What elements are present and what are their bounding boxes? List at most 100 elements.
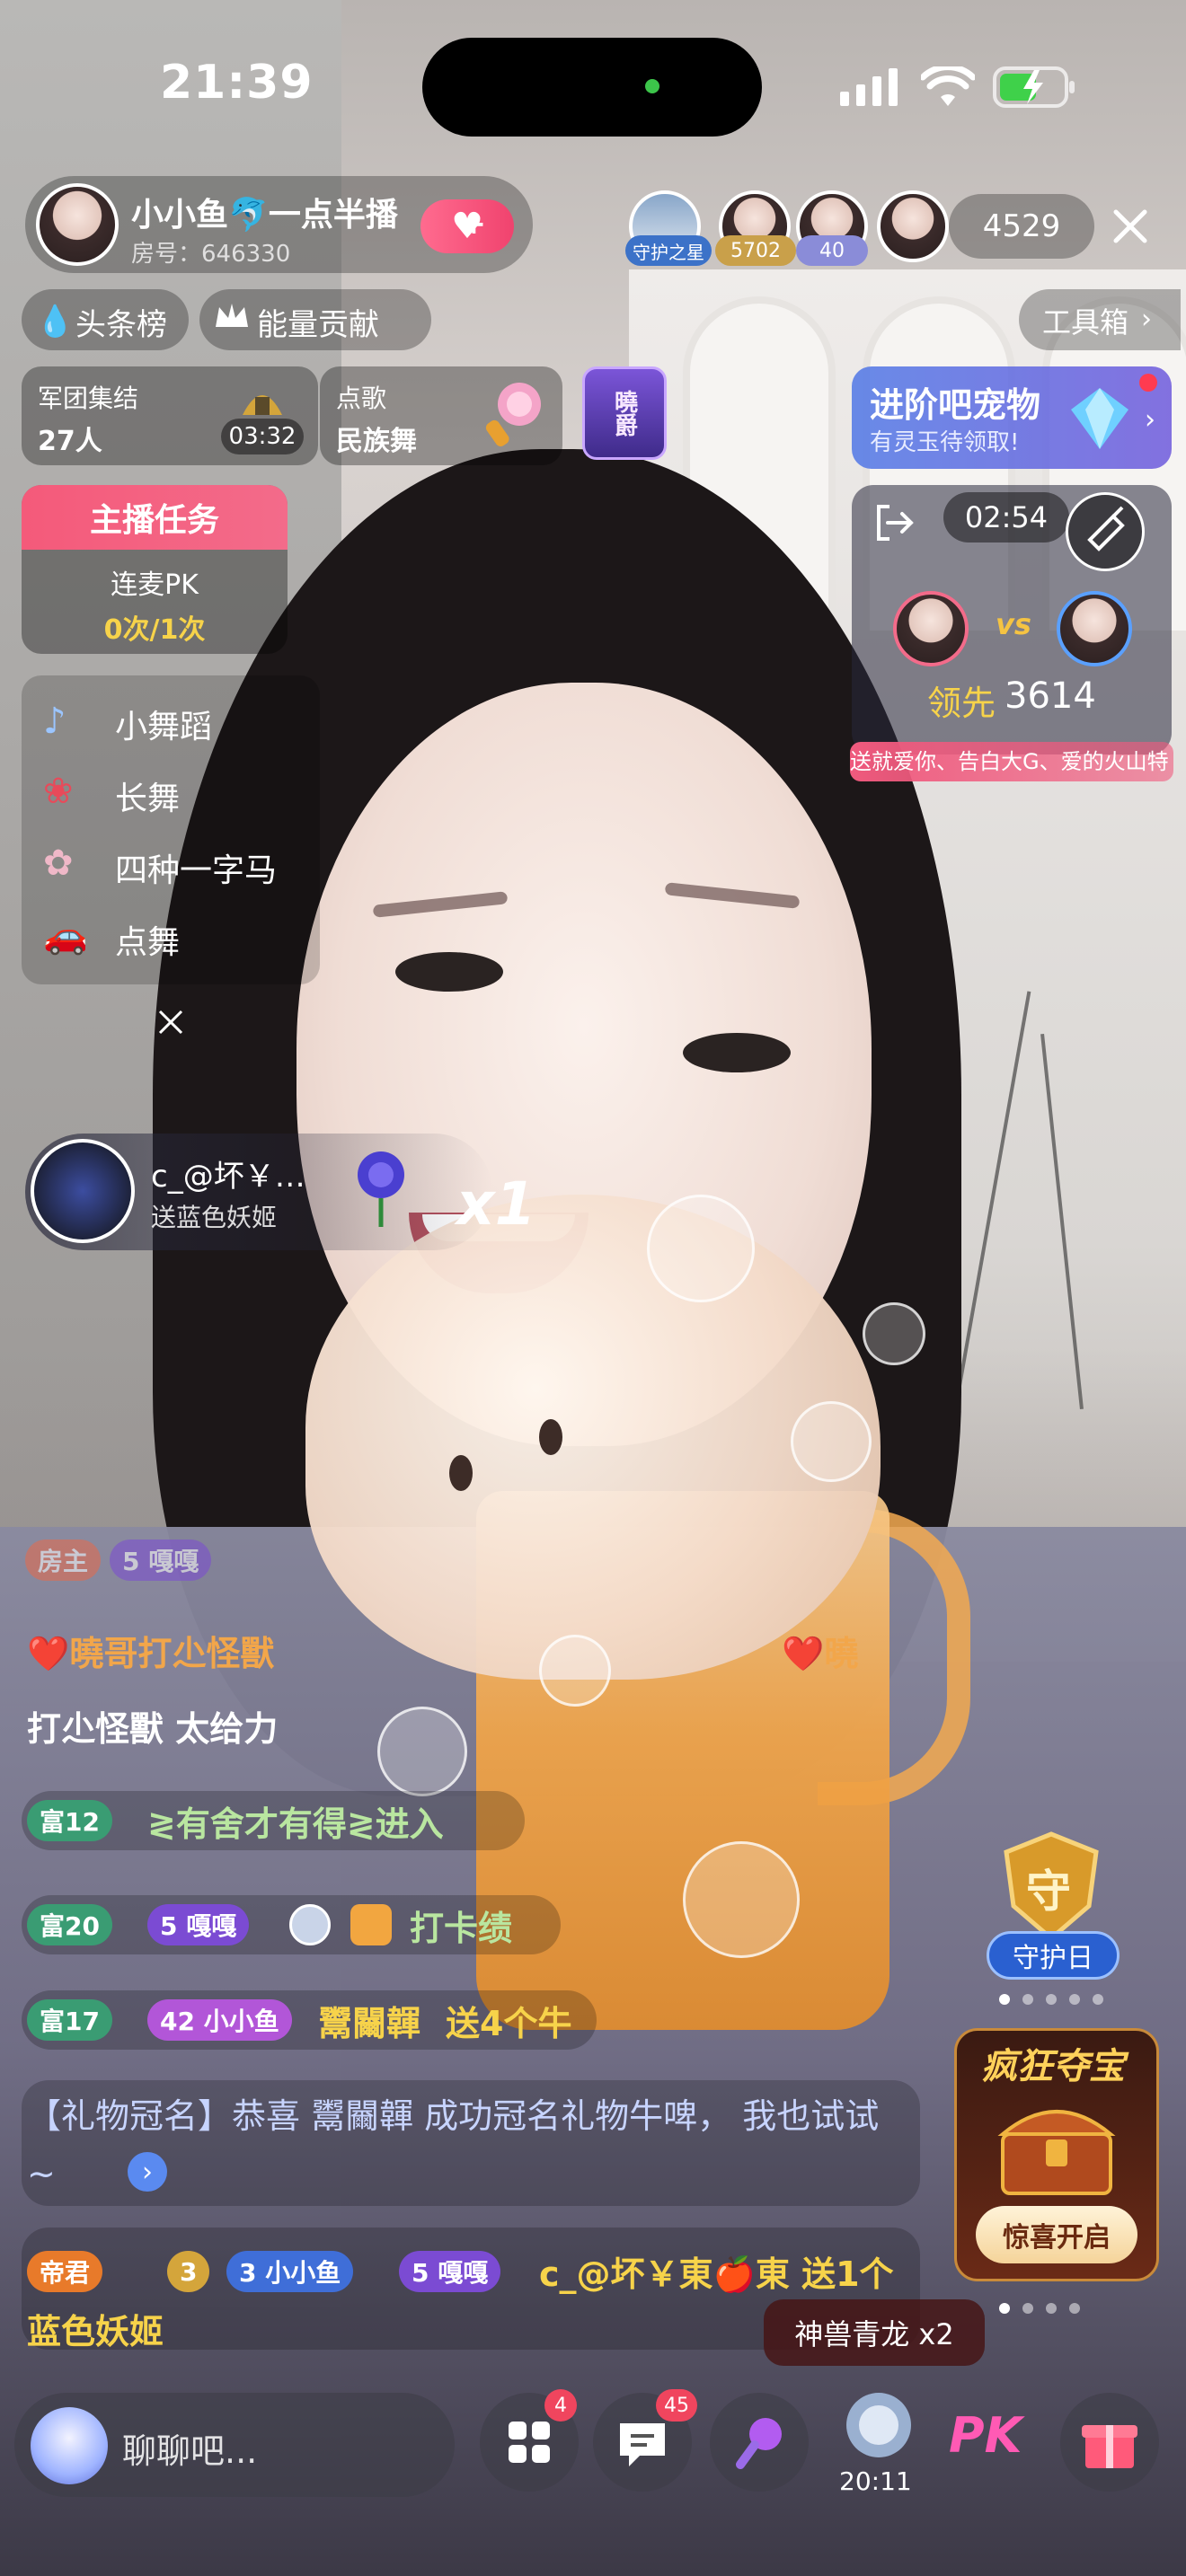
broom-icon[interactable] (1066, 492, 1145, 571)
toolbox-label: 工具箱 (1042, 305, 1129, 340)
energy-label: 能量贡献 (257, 307, 379, 343)
warrior-helmet-icon (235, 375, 289, 422)
carousel-dots (999, 1994, 1125, 2007)
guard-shield-icon[interactable]: 守 (999, 1831, 1103, 1942)
promo-subtitle: 有灵玉待领取! (870, 429, 1020, 456)
chat-row-1: ❤️曉哥打尐怪獸 (27, 1634, 275, 1673)
robot-assistant-icon[interactable] (31, 2407, 108, 2484)
pk-left-avatar[interactable] (893, 591, 969, 666)
dance-item-3[interactable]: 点舞 (115, 916, 180, 963)
song-title: 点歌 (336, 384, 387, 413)
host-name: 小小鱼🐬一点半播 (131, 197, 398, 234)
pk-right-avatar[interactable] (1057, 591, 1132, 666)
chevron-right-icon: › (1145, 404, 1155, 436)
mic-button[interactable] (710, 2393, 809, 2492)
song-value: 民族舞 (336, 426, 417, 457)
legion-timer: 03:32 (221, 419, 304, 454)
wealth-level-badge: 富20 (27, 1904, 112, 1945)
bubble (539, 1635, 611, 1707)
collapse-close-icon[interactable] (153, 1004, 189, 1040)
eye (395, 952, 503, 992)
dancer-icon: ♪ (43, 701, 66, 742)
chat-row-5-text: 送4个牛 (446, 2004, 572, 2043)
dynamic-island (422, 38, 762, 137)
fan-badge: 5 嘎嘎 (147, 1904, 250, 1945)
chat-row-0: 房主 5 嘎嘎 (25, 1539, 212, 1581)
headline-label: 头条榜 (75, 307, 167, 343)
room-id: 房号：646330 (131, 241, 291, 268)
eye (683, 1033, 791, 1072)
bubble (683, 1841, 800, 1958)
pk-lead-label: 领先 (927, 684, 996, 723)
sports-car-icon: 🚗 (43, 915, 88, 957)
water-drop-icon: 💧 (36, 304, 75, 340)
dance-item-2[interactable]: 四种一字马 (115, 844, 277, 891)
viewer-count[interactable]: 4529 (949, 194, 1094, 259)
bubble (863, 1302, 925, 1365)
host-avatar[interactable] (36, 183, 119, 266)
promo-title: 进阶吧宠物 (870, 385, 1041, 425)
task-name: 连麦PK (111, 569, 199, 601)
pet-gem-icon (1064, 383, 1136, 454)
gift-sender-name: c_@坏￥… (151, 1159, 305, 1195)
rank-badge-text: 曉爵 (610, 390, 638, 437)
dance-item-1[interactable]: 长舞 (115, 772, 180, 819)
bubble (647, 1195, 755, 1302)
profile-card-icon (350, 1904, 392, 1945)
crown-icon (212, 296, 252, 336)
wealth-level-badge: 富17 (27, 1999, 112, 2041)
top-viewer-avatar[interactable] (877, 190, 949, 262)
carousel-dots (999, 2303, 1125, 2316)
close-icon[interactable] (1103, 199, 1157, 253)
foam-cat-eye (449, 1455, 473, 1491)
pk-marquee-bar: 送就爱你、告白大G、爱的火山特 (850, 742, 1173, 781)
anchor-task-card[interactable]: 主播任务 连麦PK 0次/1次 (22, 485, 288, 654)
follow-plus: + (462, 207, 486, 241)
lollipop-mic-icon (476, 377, 548, 449)
treasure-open-button[interactable]: 惊喜开启 (976, 2206, 1137, 2263)
pk-lead-value: 3614 (1005, 675, 1096, 717)
top-viewer-score: 5702 (715, 235, 796, 266)
live-stream-screen: 21:39 小小鱼🐬一点半播 房号：646330 ♥ + 守护之星 5702 4… (0, 0, 1186, 2576)
guard-day-label[interactable]: 守护日 (987, 1931, 1120, 1980)
chat-row-5-user[interactable]: 鬻䦵韗 (318, 1996, 420, 2045)
wifi-icon (919, 64, 977, 108)
follow-button[interactable]: ♥ + (420, 199, 514, 253)
treasure-title: 疯狂夺宝 (981, 2046, 1125, 2087)
gift-button[interactable] (1060, 2393, 1159, 2492)
messages-badge: 45 (656, 2389, 697, 2422)
battery-charging-icon (993, 65, 1075, 110)
fan-badge: 42 小小鱼 (147, 1999, 292, 2041)
top-viewer-score: 40 (796, 235, 868, 266)
foam-cat-eye (539, 1419, 562, 1455)
pk-timer: 02:54 (943, 492, 1069, 543)
guard-star-badge: 守护之星 (625, 235, 712, 266)
bubble (377, 1707, 467, 1796)
camera-indicator-dot (645, 79, 659, 93)
sheep-icon: ✿ (43, 842, 74, 884)
chat-row-2: 打尐怪獸 太给力 (27, 1709, 279, 1749)
owner-badge: 房主 (25, 1539, 102, 1581)
apps-badge: 4 (544, 2389, 577, 2422)
treasure-chest-icon (994, 2098, 1120, 2197)
pk-vs: vs (996, 607, 1031, 641)
task-header: 主播任务 (22, 485, 288, 550)
gift-toast: 神兽青龙 x2 (764, 2299, 985, 2366)
chevron-right-icon: › (1141, 304, 1152, 335)
blue-rose-icon (345, 1148, 417, 1229)
legion-title: 军团集结 (38, 384, 139, 413)
legion-count: 27人 (38, 426, 102, 457)
cellular-signal-icon (840, 68, 899, 106)
gift-sender-avatar[interactable] (31, 1139, 135, 1243)
chat-placeholder: 聊聊吧... (122, 2431, 258, 2471)
bottom-timer: 20:11 (839, 2466, 912, 2496)
exit-icon[interactable] (873, 501, 916, 544)
chevron-right-icon[interactable]: › (128, 2152, 167, 2192)
guard-icon-text: 守 (1026, 1866, 1071, 1918)
rank-badge-card[interactable]: 曉爵 (582, 366, 667, 460)
pk-marquee-text: 送就爱你、告白大G、爱的火山特 (850, 749, 1169, 774)
pk-button[interactable]: PK (949, 2407, 1022, 2464)
dance-item-0[interactable]: 小舞蹈 (115, 701, 212, 747)
chat-row-3-text: ≷有舍才有得≷进入 (147, 1804, 444, 1844)
fan-badge: 5 嘎嘎 (110, 1539, 212, 1581)
